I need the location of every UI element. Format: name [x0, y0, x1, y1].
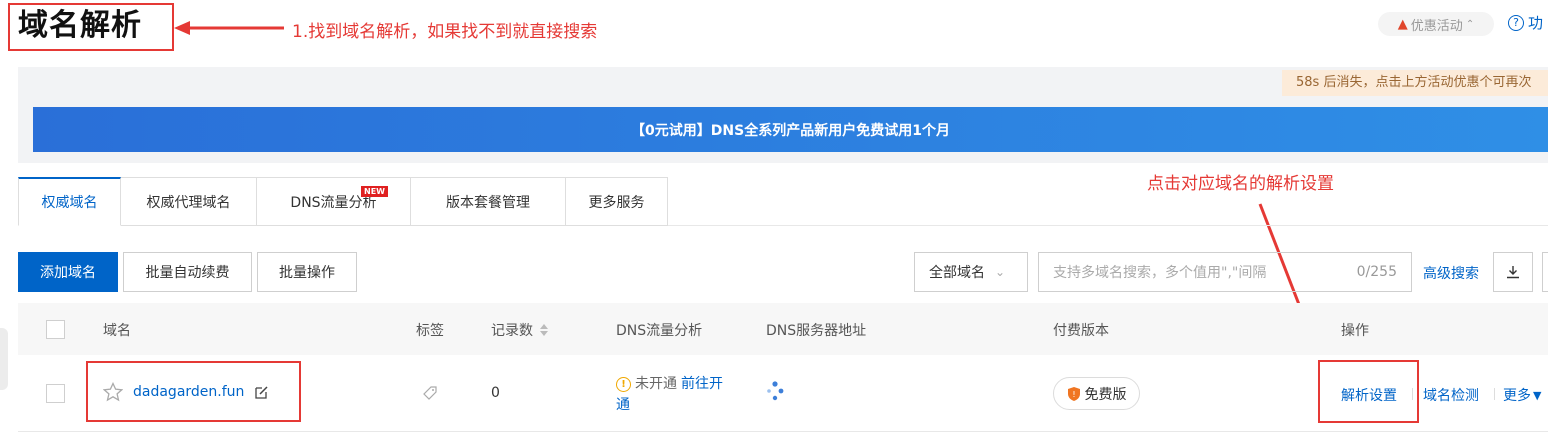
tab-label: 更多服务	[588, 194, 645, 211]
version-label: 免费版	[1084, 386, 1127, 403]
new-badge: NEW	[361, 186, 388, 197]
shield-icon: !	[1067, 386, 1080, 401]
col-actions: 操作	[1341, 323, 1369, 339]
search-count: 0/255	[1356, 264, 1397, 280]
promo-banner[interactable]: 【0元试用】DNS全系列产品新用户免费试用1个月	[33, 107, 1548, 152]
action-divider	[1494, 388, 1495, 400]
download-button[interactable]	[1493, 252, 1533, 292]
add-domain-button[interactable]: 添加域名	[18, 252, 118, 292]
question-icon: ?	[1508, 14, 1524, 31]
action-divider	[1412, 388, 1413, 400]
domain-filter-select[interactable]: 全部域名 ⌄	[914, 252, 1028, 292]
resolve-settings-link[interactable]: 解析设置	[1341, 385, 1397, 405]
countdown-notice: 58s 后消失，点击上方活动优惠个可再次	[1282, 70, 1548, 96]
warning-icon: !	[616, 377, 631, 392]
tab-label: 版本套餐管理	[446, 194, 530, 211]
side-collapse-handle[interactable]	[0, 328, 8, 390]
annotation-step1: 1.找到域名解析，如果找不到就直接搜索	[292, 22, 598, 42]
col-dns-traffic: DNS流量分析	[616, 323, 703, 339]
row-checkbox[interactable]	[46, 384, 65, 403]
tab-dns-traffic[interactable]: DNS流量分析 NEW	[257, 177, 411, 226]
filter-value: 全部域名	[929, 265, 985, 281]
tab-authoritative-domains[interactable]: 权威域名	[18, 177, 121, 226]
more-label: 更多	[1503, 388, 1531, 404]
promo-label: 优惠活动	[1410, 18, 1463, 34]
download-icon	[1507, 266, 1519, 279]
sort-icon	[540, 324, 548, 336]
more-actions-dropdown[interactable]: 更多 ▼	[1503, 385, 1541, 405]
loading-spinner-icon	[767, 381, 784, 401]
batch-renew-button[interactable]: 批量自动续费	[123, 252, 252, 292]
fire-icon: ▲	[1397, 16, 1408, 32]
chevron-down-icon: ⌄	[995, 265, 1006, 279]
tab-bar: 权威域名 权威代理域名 DNS流量分析 NEW 版本套餐管理 更多服务	[18, 177, 668, 226]
help-link[interactable]: ? 功	[1508, 12, 1543, 33]
domain-check-link[interactable]: 域名检测	[1423, 385, 1479, 405]
domain-name-link[interactable]: dadagarden.fun	[133, 384, 244, 400]
annotation-arrow-left	[174, 21, 284, 35]
col-domain: 域名	[103, 323, 131, 339]
tab-plan-management[interactable]: 版本套餐管理	[411, 177, 566, 226]
annotation-title-box	[8, 3, 174, 51]
enable-link-continued[interactable]: 通	[616, 395, 723, 416]
settings-button-partial[interactable]	[1542, 252, 1548, 292]
tab-label: 权威代理域名	[146, 194, 231, 211]
annotation-step2: 点击对应域名的解析设置	[1147, 174, 1334, 194]
version-badge: ! 免费版	[1053, 377, 1140, 410]
col-records-label: 记录数	[491, 323, 533, 339]
advanced-search-link[interactable]: 高级搜索	[1423, 263, 1479, 283]
help-label: 功	[1528, 14, 1544, 32]
svg-text:!: !	[1072, 390, 1075, 399]
col-dns-server: DNS服务器地址	[766, 323, 867, 339]
search-placeholder: 支持多域名搜索，多个值用","间隔	[1053, 265, 1267, 281]
promo-activity-button[interactable]: ▲ 优惠活动 ⌃	[1378, 12, 1494, 36]
star-icon[interactable]	[103, 382, 123, 402]
tag-icon[interactable]	[422, 385, 438, 401]
tab-proxy-domains[interactable]: 权威代理域名	[121, 177, 257, 226]
col-paid-version: 付费版本	[1053, 323, 1109, 339]
record-count: 0	[491, 385, 500, 401]
row-divider	[18, 431, 1548, 432]
search-input[interactable]: 支持多域名搜索，多个值用","间隔 0/255	[1038, 252, 1412, 292]
tab-label: 权威域名	[41, 195, 98, 211]
col-tag: 标签	[416, 323, 444, 339]
domain-cell: dadagarden.fun	[103, 382, 269, 402]
batch-operation-button[interactable]: 批量操作	[257, 252, 357, 292]
enable-link[interactable]: 前往开	[681, 374, 723, 395]
dns-traffic-cell: ! 未开通 前往开 通	[616, 374, 723, 416]
dns-status: 未开通	[635, 376, 677, 392]
col-records[interactable]: 记录数	[491, 320, 549, 340]
edit-icon[interactable]	[254, 385, 269, 400]
caret-down-icon: ▼	[1533, 388, 1542, 402]
chevron-up-icon: ⌃	[1465, 18, 1475, 30]
select-all-checkbox[interactable]	[46, 320, 65, 339]
tab-more-services[interactable]: 更多服务	[566, 177, 668, 226]
